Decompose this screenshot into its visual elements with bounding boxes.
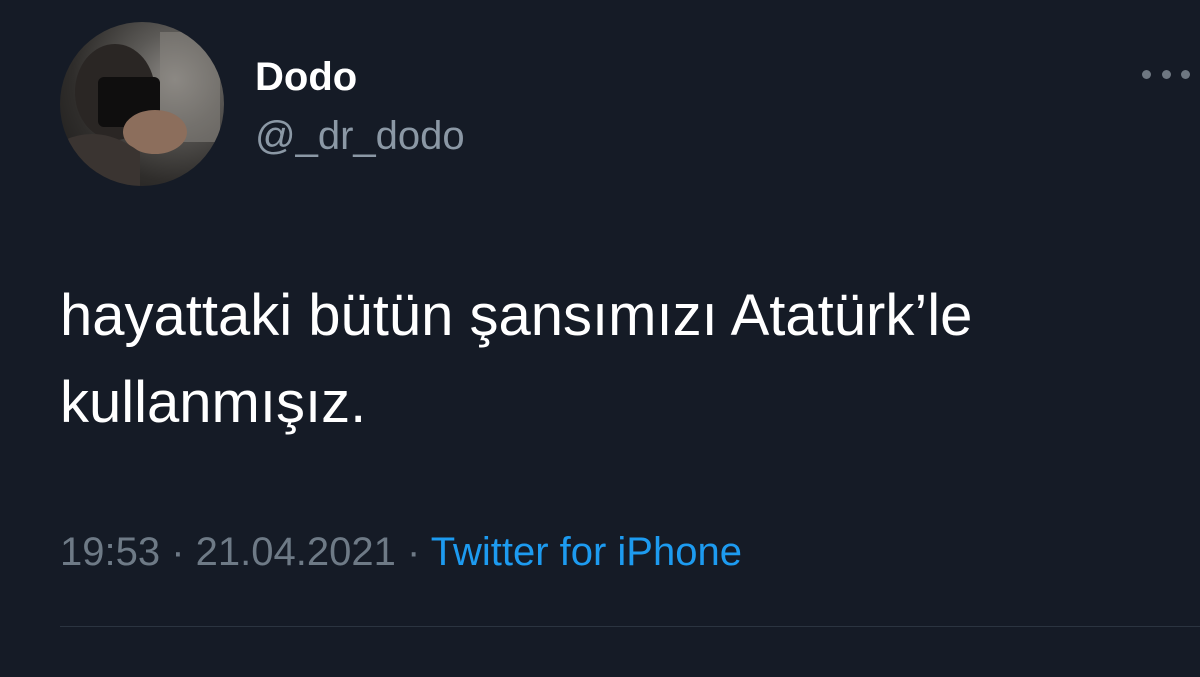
tweet-card: Dodo @_dr_dodo hayattaki bütün şansımızı… — [0, 0, 1200, 677]
author-display-name[interactable]: Dodo — [255, 55, 357, 99]
tweet-text: hayattaki bütün şansımızı Atatürk’le kul… — [60, 283, 973, 435]
tweet-source-link[interactable]: Twitter for iPhone — [431, 530, 742, 574]
tweet-date[interactable]: 21.04.2021 — [196, 530, 396, 574]
avatar-photo — [60, 32, 220, 186]
meta-separator: · — [171, 530, 196, 574]
author-handle[interactable]: @_dr_dodo — [255, 114, 465, 158]
tweet-meta: 19:53 · 21.04.2021 · Twitter for iPhone — [60, 528, 742, 576]
more-dot — [1161, 69, 1171, 79]
tweet-time: 19:53 — [60, 530, 161, 574]
more-dot — [1142, 69, 1151, 79]
more-options-icon[interactable] — [1142, 58, 1190, 90]
more-dot — [1181, 69, 1190, 79]
meta-separator: · — [407, 530, 431, 574]
divider — [60, 626, 1200, 627]
avatar[interactable] — [60, 22, 224, 186]
